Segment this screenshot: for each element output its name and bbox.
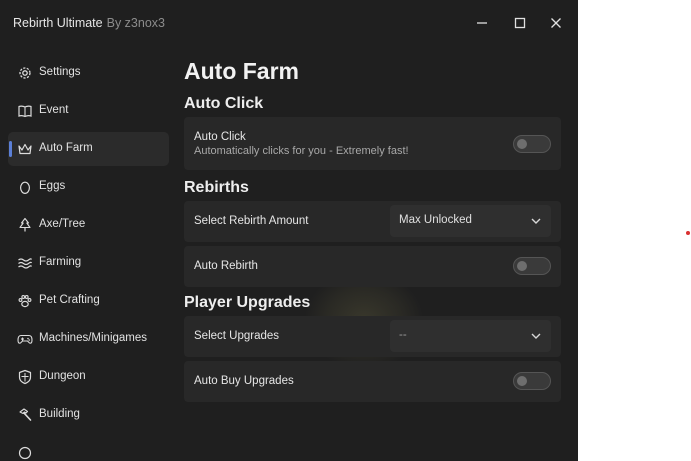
section-title-auto-click: Auto Click (184, 95, 264, 112)
sidebar-item-label: Pet Crafting (39, 294, 100, 306)
page-title: Auto Farm (184, 58, 299, 84)
sidebar-item-label: Machines/Minigames (39, 332, 148, 344)
sidebar-item-dungeon[interactable]: Dungeon (8, 360, 169, 394)
waves-icon (18, 258, 33, 269)
sidebar-item-eggs[interactable]: Eggs (8, 170, 169, 204)
active-indicator (9, 141, 12, 157)
sidebar-item-label: Building (39, 408, 80, 420)
auto-buy-upgrades-label: Auto Buy Upgrades (194, 375, 294, 387)
paw-icon (18, 295, 32, 308)
sidebar-item-axe-tree[interactable]: Axe/Tree (8, 208, 169, 242)
tree-icon (19, 217, 31, 232)
toggle-knob (517, 376, 527, 386)
select-upgrades-card: Select Upgrades -- (184, 316, 561, 357)
window-title: Rebirth Ultimate By z3nox3 (13, 16, 165, 30)
sidebar-item-label: Auto Farm (39, 142, 93, 154)
sidebar-item-event[interactable]: Event (8, 94, 169, 128)
sidebar-item-label: Axe/Tree (39, 218, 86, 230)
auto-click-label: Auto Click (194, 131, 246, 143)
main-panel: Auto Farm Auto Click Auto Click Automati… (184, 0, 564, 461)
rebirth-amount-card: Select Rebirth Amount Max Unlocked (184, 201, 561, 242)
gear-icon (19, 67, 31, 79)
stray-pixel (686, 231, 690, 235)
sidebar-item-label: Event (39, 104, 69, 116)
sidebar-item-auto-farm[interactable]: Auto Farm (8, 132, 169, 166)
toggle-knob (517, 261, 527, 271)
sidebar-item-building[interactable]: Building (8, 398, 169, 432)
book-icon (18, 105, 32, 118)
egg-icon (19, 181, 31, 195)
select-upgrades-dropdown[interactable]: -- (390, 320, 551, 352)
auto-buy-upgrades-toggle[interactable] (513, 372, 551, 390)
sidebar-item-label: Dungeon (39, 370, 86, 382)
sidebar: Settings Event Auto Farm Eggs Axe/Tree F… (0, 54, 176, 461)
auto-rebirth-card[interactable]: Auto Rebirth (184, 246, 561, 287)
app-window: Rebirth Ultimate By z3nox3 Settings Event (0, 0, 578, 461)
sidebar-item-settings[interactable]: Settings (8, 56, 169, 90)
sidebar-item-pet-crafting[interactable]: Pet Crafting (8, 284, 169, 318)
shield-icon (18, 369, 32, 385)
sidebar-item-label: Settings (39, 66, 81, 78)
section-title-player-upgrades: Player Upgrades (184, 294, 311, 311)
auto-rebirth-toggle[interactable] (513, 257, 551, 275)
select-upgrades-label: Select Upgrades (194, 330, 280, 342)
sidebar-item-label: Eggs (39, 180, 66, 192)
app-author: By z3nox3 (106, 16, 165, 30)
rebirth-amount-dropdown[interactable]: Max Unlocked (390, 205, 551, 237)
hammer-icon (19, 408, 32, 421)
chevron-down-icon (531, 333, 541, 339)
rebirth-amount-value: Max Unlocked (399, 214, 472, 226)
auto-rebirth-label: Auto Rebirth (194, 260, 258, 272)
auto-click-description: Automatically clicks for you - Extremely… (194, 145, 409, 157)
auto-buy-upgrades-card[interactable]: Auto Buy Upgrades (184, 361, 561, 402)
crown-icon (18, 143, 32, 155)
sidebar-item-more[interactable] (8, 436, 169, 461)
list-icon (18, 446, 32, 460)
sidebar-item-label: Farming (39, 256, 82, 268)
chevron-down-icon (531, 218, 541, 224)
sidebar-item-farming[interactable]: Farming (8, 246, 169, 280)
screen: Rebirth Ultimate By z3nox3 Settings Event (0, 0, 691, 461)
gamepad-icon (17, 334, 33, 344)
rebirth-amount-label: Select Rebirth Amount (194, 215, 309, 227)
select-upgrades-value: -- (399, 329, 407, 341)
sidebar-item-machines-minigames[interactable]: Machines/Minigames (8, 322, 169, 356)
auto-click-card[interactable]: Auto Click Automatically clicks for you … (184, 117, 561, 170)
section-title-rebirths: Rebirths (184, 179, 249, 196)
auto-click-toggle[interactable] (513, 135, 551, 153)
app-name: Rebirth Ultimate (13, 16, 103, 30)
toggle-knob (517, 139, 527, 149)
